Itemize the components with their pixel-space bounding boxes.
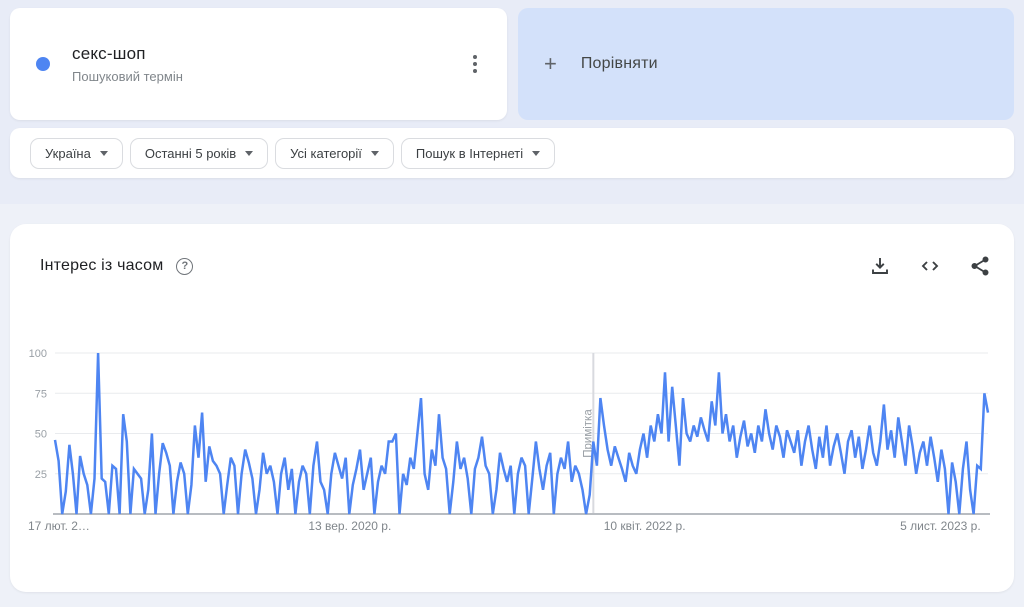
more-options-icon[interactable] [461, 50, 489, 78]
compare-label: Порівняти [581, 55, 658, 73]
series-color-dot [36, 57, 50, 71]
chart-header: Інтерес із часом ? [10, 224, 1014, 278]
search-type-filter-dropdown[interactable]: Пошук в Інтернеті [401, 138, 555, 169]
geo-filter-label: Україна [45, 146, 91, 161]
x-axis-tick-label: 10 квіт. 2022 р. [604, 519, 686, 533]
x-axis-tick-label: 17 лют. 2… [28, 519, 90, 533]
search-term-label: секс-шоп [72, 44, 461, 64]
y-axis-tick-label: 25 [35, 469, 47, 481]
help-icon[interactable]: ? [176, 258, 193, 275]
y-axis-tick-label: 100 [29, 348, 47, 360]
time-filter-dropdown[interactable]: Останні 5 років [130, 138, 268, 169]
geo-filter-dropdown[interactable]: Україна [30, 138, 123, 169]
chart-title: Інтерес із часом [40, 257, 163, 275]
category-filter-dropdown[interactable]: Усі категорії [275, 138, 394, 169]
category-filter-label: Усі категорії [290, 146, 362, 161]
share-icon[interactable] [968, 254, 992, 278]
chevron-down-icon [532, 151, 540, 156]
y-axis-tick-label: 75 [35, 388, 47, 400]
chevron-down-icon [100, 151, 108, 156]
download-icon[interactable] [868, 254, 892, 278]
chevron-down-icon [245, 151, 253, 156]
time-filter-label: Останні 5 років [145, 146, 236, 161]
y-axis-tick-label: 50 [35, 429, 47, 441]
embed-icon[interactable] [918, 254, 942, 278]
search-term-card[interactable]: секс-шоп Пошуковий термін [10, 8, 507, 120]
search-type-filter-label: Пошук в Інтернеті [416, 146, 523, 161]
search-term-type: Пошуковий термін [72, 69, 461, 84]
compare-add-card[interactable]: + Порівняти [518, 8, 1014, 120]
interest-over-time-card: Інтерес із часом ? 255075100Примітка17 л… [10, 224, 1014, 592]
plus-icon: + [544, 53, 557, 75]
interest-over-time-chart[interactable]: 255075100Примітка17 лют. 2…13 вер. 2020 … [10, 341, 1014, 551]
filter-bar: Україна Останні 5 років Усі категорії По… [10, 128, 1014, 178]
x-axis-tick-label: 13 вер. 2020 р. [308, 519, 391, 533]
x-axis-tick-label: 5 лист. 2023 р. [900, 519, 981, 533]
chevron-down-icon [371, 151, 379, 156]
